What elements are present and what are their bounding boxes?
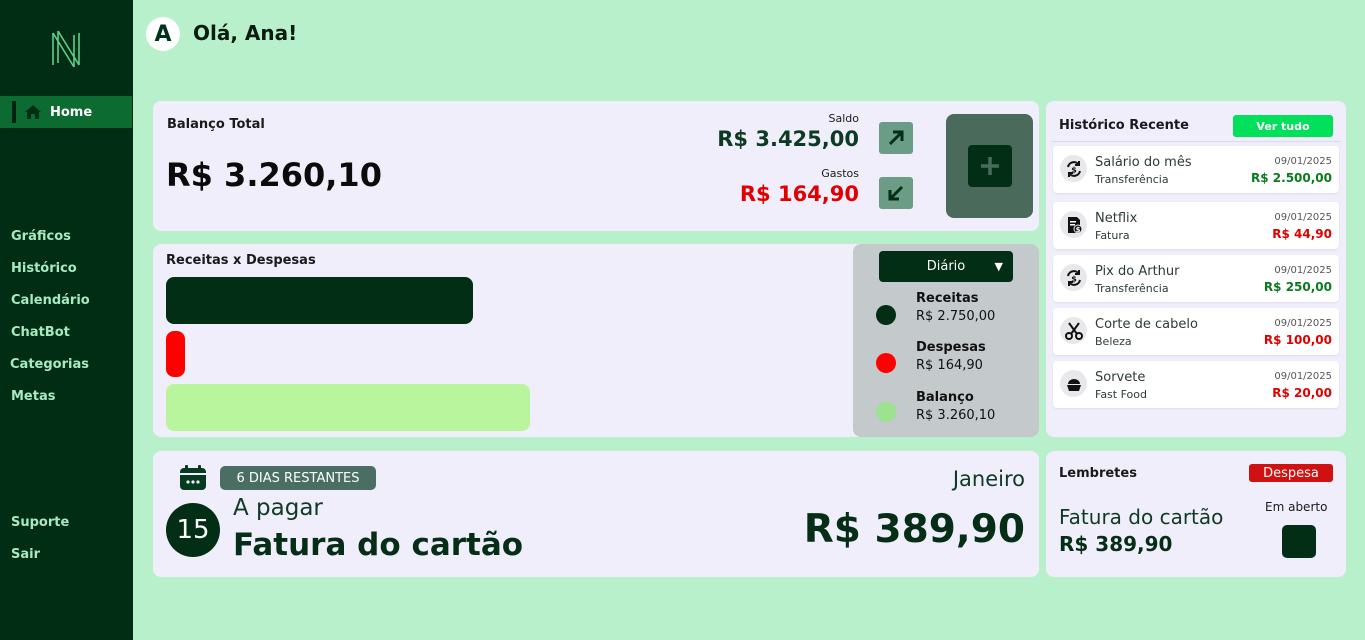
calendar-icon [180, 465, 206, 490]
plus-icon [967, 145, 1012, 187]
balance-card: Balanço Total R$ 3.260,10 Saldo R$ 3.425… [153, 101, 1039, 231]
sidebar-item-categorias[interactable]: Categorias [10, 357, 89, 372]
payment-month: Janeiro [952, 467, 1025, 491]
history-title: Histórico Recente [1059, 118, 1189, 133]
food-icon [1060, 370, 1087, 397]
reminder-status-checkbox[interactable] [1282, 525, 1316, 558]
transaction-name: Netflix [1095, 211, 1138, 226]
legend-name-despesas: Despesas [916, 340, 986, 355]
income-expense-card: Receitas x Despesas Diário ▼ Receitas R$… [153, 244, 1039, 437]
income-button[interactable] [879, 122, 913, 154]
period-select-value: Diário [926, 259, 966, 274]
transaction-name: Corte de cabelo [1095, 317, 1198, 332]
svg-text:$: $ [1071, 165, 1077, 174]
reminder-type-badge: Despesa [1249, 464, 1333, 482]
transfer-icon: $ [1060, 155, 1087, 182]
bar-receitas [166, 277, 473, 324]
sidebar-item-suporte[interactable]: Suporte [11, 515, 69, 530]
sidebar-item-graficos[interactable]: Gráficos [11, 229, 71, 244]
chart-legend-panel: Diário ▼ Receitas R$ 2.750,00 Despesas R… [853, 244, 1039, 437]
transaction-date: 09/01/2025 [1274, 371, 1332, 382]
transaction-name: Salário do mês [1095, 155, 1192, 170]
transaction-category: Transferência [1095, 173, 1169, 186]
payment-label: A pagar [233, 495, 323, 521]
home-icon [24, 103, 42, 121]
legend-dot-receitas [876, 305, 896, 325]
transaction-row[interactable]: $ Netflix Fatura 09/01/2025 R$ 44,90 [1053, 202, 1339, 249]
transaction-category: Transferência [1095, 282, 1169, 295]
add-transaction-button[interactable] [946, 114, 1033, 218]
transaction-date: 09/01/2025 [1274, 318, 1332, 329]
see-all-button[interactable]: Ver tudo [1233, 115, 1333, 137]
sidebar-item-historico[interactable]: Histórico [11, 261, 77, 276]
divider [1051, 141, 1341, 142]
transaction-value: R$ 20,00 [1272, 386, 1332, 400]
period-select[interactable]: Diário ▼ [879, 251, 1013, 282]
legend-name-balanco: Balanço [916, 390, 974, 405]
scissors-icon [1060, 317, 1087, 344]
app-logo [52, 30, 80, 68]
sidebar-item-chatbot[interactable]: ChatBot [11, 325, 70, 340]
legend-value-despesas: R$ 164,90 [916, 358, 983, 373]
transfer-icon: $ [1060, 264, 1087, 291]
legend-dot-despesas [876, 353, 896, 373]
transaction-value: R$ 44,90 [1272, 227, 1332, 241]
transaction-row[interactable]: $ Salário do mês Transferência 09/01/2025 R$… [1053, 146, 1339, 193]
reminder-status-label: Em aberto [1265, 500, 1328, 514]
caret-down-icon: ▼ [994, 260, 1003, 273]
reminders-card: Lembretes Despesa Fatura do cartão R$ 38… [1046, 451, 1346, 577]
transaction-row[interactable]: Sorvete Fast Food 09/01/2025 R$ 20,00 [1053, 361, 1339, 408]
legend-value-receitas: R$ 2.750,00 [916, 309, 996, 324]
avatar[interactable]: A [146, 17, 180, 51]
sidebar-item-metas[interactable]: Metas [11, 389, 55, 404]
bar-despesas [166, 331, 185, 377]
balance-title: Balanço Total [167, 117, 265, 132]
sidebar-item-sair[interactable]: Sair [11, 547, 40, 562]
sidebar-item-label: Home [50, 104, 93, 120]
transaction-value: R$ 250,00 [1263, 280, 1332, 294]
sidebar: Home Gráficos Histórico Calendário ChatB… [0, 0, 133, 640]
transaction-category: Fast Food [1095, 388, 1147, 401]
payment-name: Fatura do cartão [233, 527, 524, 563]
sidebar-item-home[interactable]: Home [0, 96, 132, 128]
gastos-value: R$ 164,90 [739, 182, 859, 206]
legend-dot-balanco [876, 402, 896, 422]
sidebar-item-calendario[interactable]: Calendário [11, 293, 90, 308]
svg-text:$: $ [1075, 226, 1080, 234]
transaction-row[interactable]: Corte de cabelo Beleza 09/01/2025 R$ 100,00 [1053, 308, 1339, 355]
reminders-title: Lembretes [1059, 466, 1137, 481]
arrow-up-right-icon [888, 130, 904, 146]
expense-button[interactable] [879, 177, 913, 209]
reminder-amount: R$ 389,90 [1059, 532, 1173, 556]
bar-balano [166, 384, 530, 431]
saldo-value: R$ 3.425,00 [717, 127, 859, 151]
legend-value-balanco: R$ 3.260,10 [916, 408, 996, 423]
gastos-label: Gastos [821, 167, 859, 180]
transaction-category: Fatura [1095, 229, 1130, 242]
saldo-label: Saldo [828, 112, 860, 125]
bill-icon: $ [1060, 211, 1087, 238]
transaction-value: R$ 2.500,00 [1251, 171, 1332, 185]
transaction-value: R$ 100,00 [1263, 333, 1332, 347]
transaction-date: 09/01/2025 [1274, 265, 1332, 276]
greeting: Olá, Ana! [193, 21, 298, 45]
transaction-row[interactable]: $ Pix do Arthur Transferência 09/01/2025 R$ … [1053, 255, 1339, 302]
transaction-name: Sorvete [1095, 370, 1146, 385]
days-remaining-badge: 6 DIAS RESTANTES [220, 466, 376, 490]
due-day: 15 [166, 503, 220, 557]
payment-amount: R$ 389,90 [803, 507, 1025, 552]
chart-title: Receitas x Despesas [166, 253, 316, 268]
transaction-category: Beleza [1095, 335, 1132, 348]
legend-name-receitas: Receitas [916, 291, 979, 306]
transaction-name: Pix do Arthur [1095, 264, 1180, 279]
upcoming-payment-card[interactable]: 6 DIAS RESTANTES 15 A pagar Fatura do ca… [153, 451, 1039, 577]
arrow-down-left-icon [888, 185, 904, 201]
transaction-date: 09/01/2025 [1274, 156, 1332, 167]
reminder-name: Fatura do cartão [1059, 505, 1224, 529]
balance-total: R$ 3.260,10 [166, 156, 382, 194]
transaction-date: 09/01/2025 [1274, 212, 1332, 223]
svg-text:$: $ [1071, 274, 1077, 283]
history-card: Histórico Recente Ver tudo $ Salário do m… [1046, 101, 1346, 437]
active-indicator [12, 101, 16, 123]
